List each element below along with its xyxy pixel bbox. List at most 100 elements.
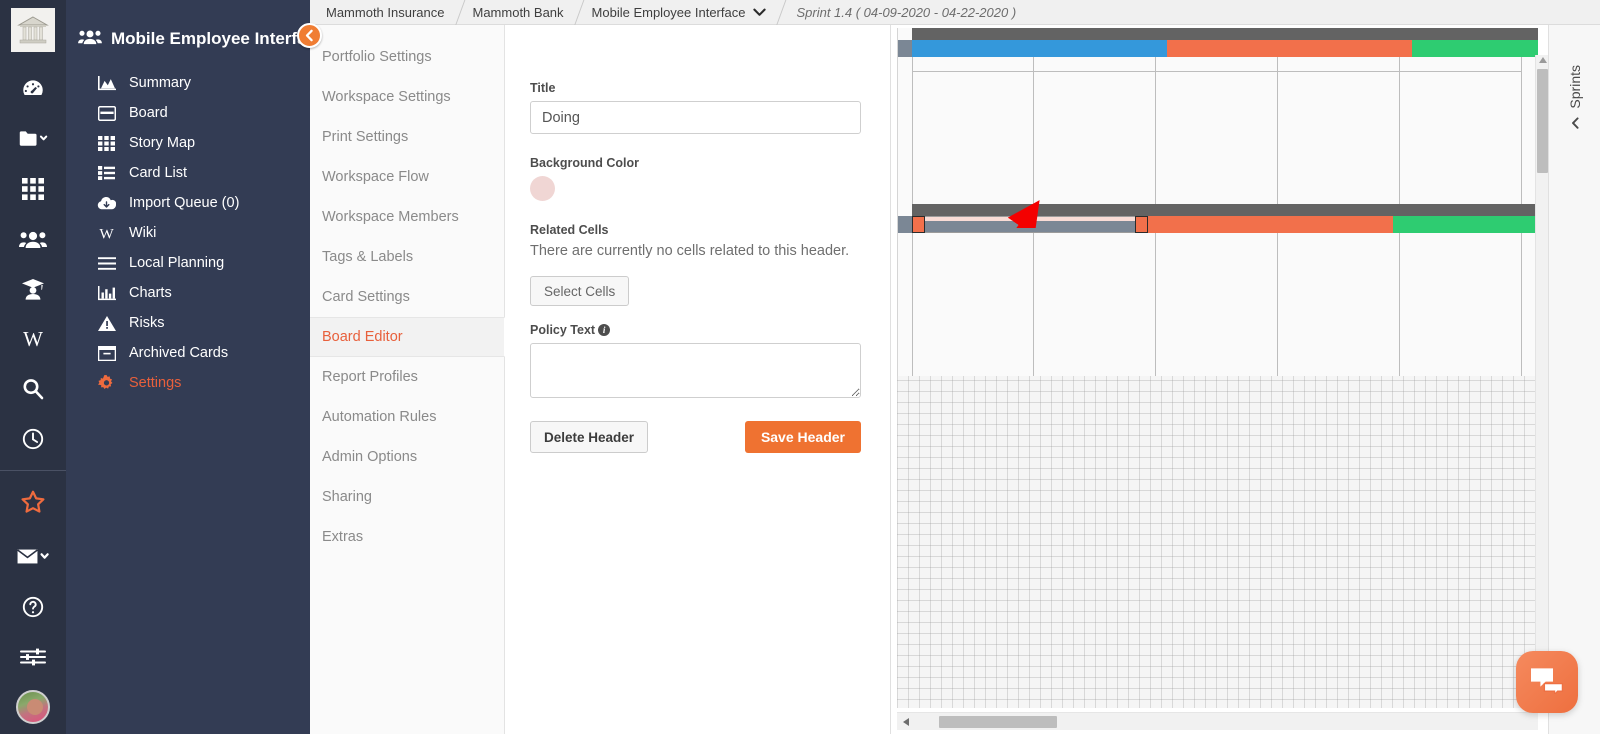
resize-handle-right[interactable]: [1135, 216, 1148, 233]
settings-item-board-editor[interactable]: Board Editor: [310, 317, 504, 357]
header-green[interactable]: [1412, 40, 1538, 57]
settings-item-label: Workspace Settings: [322, 89, 451, 105]
vertical-scroll-thumb[interactable]: [1537, 69, 1548, 173]
rail-bottom-icons: [0, 532, 66, 734]
form-actions: Delete Header Save Header: [530, 421, 861, 453]
breadcrumb-item-workspace[interactable]: Mammoth Bank: [461, 0, 580, 25]
sidebar-item-risks[interactable]: Risks: [66, 308, 310, 338]
user-avatar[interactable]: [16, 690, 50, 724]
dashboard-icon[interactable]: [0, 64, 66, 114]
settings-item-workspace-members[interactable]: Workspace Members: [310, 197, 504, 237]
sidebar-item-card-list[interactable]: Card List: [66, 158, 310, 188]
settings-item-label: Tags & Labels: [322, 249, 414, 265]
chat-bubble-icon: [1530, 666, 1564, 699]
settings-menu: Portfolio Settings Workspace Settings Pr…: [310, 25, 505, 734]
scroll-up-arrow-icon[interactable]: [1539, 57, 1547, 63]
settings-item-label: Admin Options: [322, 449, 418, 465]
settings-item-tags-labels[interactable]: Tags & Labels: [310, 237, 504, 277]
settings-item-report-profiles[interactable]: Report Profiles: [310, 357, 504, 397]
breadcrumb-item-portfolio[interactable]: Mammoth Insurance: [314, 0, 461, 25]
resize-handle-left[interactable]: [912, 216, 925, 233]
sidebar-item-wiki[interactable]: W Wiki: [66, 218, 310, 248]
board-preview-area: Sprints: [891, 25, 1600, 734]
sidebar-item-story-map[interactable]: Story Map: [66, 128, 310, 158]
sidebar-item-charts[interactable]: Charts: [66, 278, 310, 308]
app-root: W Mobile Employee Interface Summary Boar…: [0, 0, 1600, 734]
star-icon[interactable]: [0, 477, 66, 527]
policy-text-label: Policy Text i: [530, 323, 865, 337]
lane-top-bar-2: [912, 204, 1538, 216]
sidebar-item-label: Summary: [129, 75, 192, 91]
chevron-down-icon[interactable]: [753, 5, 767, 20]
breadcrumb-label: Mobile Employee Interface: [591, 4, 746, 20]
sprints-panel-toggle[interactable]: Sprints: [1548, 25, 1600, 734]
board-icon: [97, 105, 116, 121]
sidebar-item-archived-cards[interactable]: Archived Cards: [66, 338, 310, 368]
sidebar-item-board[interactable]: Board: [66, 98, 310, 128]
breadcrumb-item-board[interactable]: Mobile Employee Interface: [580, 0, 783, 25]
header-orange-2[interactable]: [1148, 216, 1393, 233]
select-cells-button[interactable]: Select Cells: [530, 276, 630, 306]
settings-item-print-settings[interactable]: Print Settings: [310, 117, 504, 157]
settings-item-workspace-settings[interactable]: Workspace Settings: [310, 77, 504, 117]
list-icon: [97, 166, 116, 180]
horizontal-scroll-thumb[interactable]: [939, 716, 1057, 728]
bank-building-icon[interactable]: [11, 8, 55, 52]
sidebar-item-label: Settings: [129, 375, 182, 391]
policy-text-input[interactable]: [530, 343, 861, 398]
people-icon[interactable]: [0, 214, 66, 264]
related-cells-empty-text: There are currently no cells related to …: [530, 243, 850, 259]
selected-header-row: [898, 204, 1538, 240]
settings-item-label: Report Profiles: [322, 369, 418, 385]
header-orange[interactable]: [1167, 40, 1412, 57]
header-blue[interactable]: [912, 40, 1167, 57]
settings-item-label: Automation Rules: [322, 409, 437, 425]
search-icon[interactable]: [0, 364, 66, 414]
sliders-icon[interactable]: [0, 632, 66, 682]
header-green-2[interactable]: [1393, 216, 1538, 233]
scroll-left-arrow-icon[interactable]: [903, 718, 909, 726]
grid-icon: [97, 135, 116, 151]
breadcrumb-label: Mammoth Bank: [472, 4, 564, 20]
board-canvas[interactable]: [897, 28, 1538, 708]
board-vertical-scrollbar[interactable]: [1535, 55, 1548, 706]
sidebar-item-label: Card List: [129, 165, 188, 181]
below-breadcrumb: Portfolio Settings Workspace Settings Pr…: [310, 25, 1600, 734]
save-header-button[interactable]: Save Header: [744, 421, 861, 453]
folder-icon[interactable]: [0, 114, 66, 164]
settings-item-sharing[interactable]: Sharing: [310, 477, 504, 517]
project-title-row: Mobile Employee Interface: [66, 0, 325, 50]
header-editor-form: Title Background Color Related Cells The…: [505, 25, 891, 734]
board-horizontal-scrollbar[interactable]: [897, 712, 1538, 730]
settings-item-extras[interactable]: Extras: [310, 517, 504, 557]
settings-item-automation-rules[interactable]: Automation Rules: [310, 397, 504, 437]
background-color-swatch[interactable]: [530, 176, 555, 201]
sidebar-item-settings[interactable]: Settings: [66, 368, 310, 398]
info-icon[interactable]: i: [598, 324, 611, 336]
cloud-download-icon: [97, 196, 116, 211]
title-input[interactable]: [530, 101, 861, 134]
help-icon[interactable]: [0, 582, 66, 632]
delete-header-button[interactable]: Delete Header: [530, 421, 649, 453]
settings-item-label: Board Editor: [322, 329, 403, 345]
policy-text-label-text: Policy Text: [530, 323, 596, 337]
sidebar-item-local-planning[interactable]: Local Planning: [66, 248, 310, 278]
graduate-icon[interactable]: [0, 264, 66, 314]
chat-support-button[interactable]: [1516, 651, 1578, 713]
settings-item-card-settings[interactable]: Card Settings: [310, 277, 504, 317]
settings-item-portfolio-settings[interactable]: Portfolio Settings: [310, 37, 504, 77]
svg-text:W: W: [23, 328, 43, 350]
settings-item-workspace-flow[interactable]: Workspace Flow: [310, 157, 504, 197]
sidebar-item-import-queue[interactable]: Import Queue (0): [66, 188, 310, 218]
clock-icon[interactable]: [0, 414, 66, 464]
wiki-w-icon[interactable]: W: [0, 314, 66, 364]
sidebar-collapse-button[interactable]: [297, 23, 322, 48]
grid-icon[interactable]: [0, 164, 66, 214]
sidebar-item-summary[interactable]: Summary: [66, 68, 310, 98]
settings-item-label: Portfolio Settings: [322, 49, 432, 65]
lane-gutter: [898, 40, 912, 57]
selected-header-underbar: [912, 221, 1148, 232]
settings-item-admin-options[interactable]: Admin Options: [310, 437, 504, 477]
sidebar-item-label: Charts: [129, 285, 172, 301]
mail-icon[interactable]: [0, 532, 66, 582]
